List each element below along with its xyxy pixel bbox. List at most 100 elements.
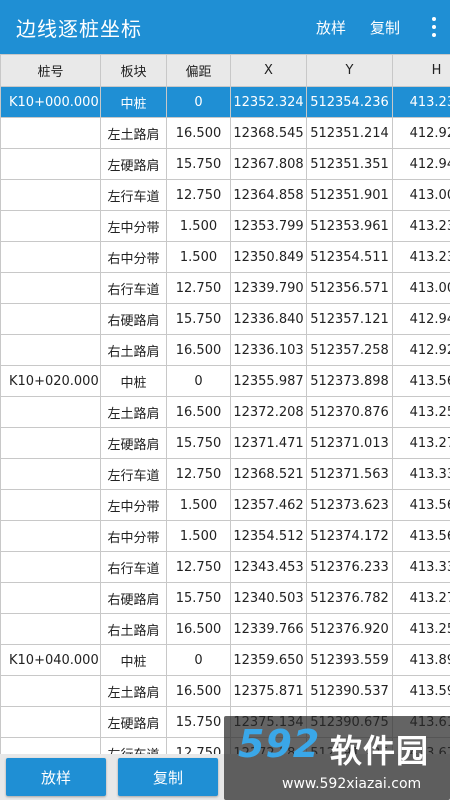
cell-y: 512374.172: [306, 520, 393, 552]
cell-h: 413.005: [392, 272, 450, 304]
cell-section: 左土路肩: [100, 396, 167, 428]
watermark-logo-number: 592: [238, 722, 321, 766]
cell-offset: 16.500: [166, 613, 231, 645]
table-row[interactable]: 左中分带1.50012357.462512373.623413.564: [0, 489, 450, 521]
cell-stake: [0, 551, 101, 583]
table-row[interactable]: 右硬路肩15.75012336.840512357.121412.945: [0, 303, 450, 335]
cell-offset: 1.500: [166, 489, 231, 521]
cell-h: 413.279: [392, 427, 450, 459]
table-row[interactable]: K10+020.000中桩012355.987512373.898413.564: [0, 365, 450, 397]
cell-offset: 15.750: [166, 148, 231, 180]
cell-y: 512376.233: [306, 551, 393, 583]
cell-x: 12368.545: [230, 117, 307, 149]
cell-stake: [0, 272, 101, 304]
cell-x: 12336.840: [230, 303, 307, 335]
cell-section: 左行车道: [100, 179, 167, 211]
table-row[interactable]: 左硬路肩15.75012371.471512371.013413.279: [0, 427, 450, 459]
cell-offset: 12.750: [166, 551, 231, 583]
cell-stake: [0, 520, 101, 552]
cell-x: 12367.808: [230, 148, 307, 180]
cell-y: 512356.571: [306, 272, 393, 304]
cell-stake: [0, 179, 101, 211]
cell-stake: [0, 582, 101, 614]
table-row[interactable]: K10+000.000中桩012352.324512354.236413.230: [0, 86, 450, 118]
header-x: X: [230, 54, 307, 87]
table-row[interactable]: 右硬路肩15.75012340.503512376.782413.279: [0, 582, 450, 614]
cell-stake: [0, 334, 101, 366]
table-row[interactable]: 左硬路肩15.75012367.808512351.351412.945: [0, 148, 450, 180]
cell-h: 412.923: [392, 117, 450, 149]
table-row[interactable]: 右中分带1.50012354.512512374.172413.564: [0, 520, 450, 552]
cell-y: 512370.876: [306, 396, 393, 428]
cell-section: 右中分带: [100, 520, 167, 552]
table-row[interactable]: 右行车道12.75012343.453512376.233413.339: [0, 551, 450, 583]
table-row[interactable]: 左中分带1.50012353.799512353.961413.230: [0, 210, 450, 242]
stakeout-button[interactable]: 放样: [6, 758, 106, 796]
cell-x: 12354.512: [230, 520, 307, 552]
table-row[interactable]: 右土路肩16.50012336.103512357.258412.923: [0, 334, 450, 366]
header-y: Y: [306, 54, 393, 87]
cell-x: 12336.103: [230, 334, 307, 366]
cell-h: 413.564: [392, 365, 450, 397]
cell-stake: [0, 489, 101, 521]
cell-x: 12364.858: [230, 179, 307, 211]
cell-stake: [0, 210, 101, 242]
table-row[interactable]: 右行车道12.75012339.790512356.571413.005: [0, 272, 450, 304]
cell-stake: [0, 117, 101, 149]
cell-y: 512354.236: [306, 86, 393, 118]
cell-offset: 15.750: [166, 427, 231, 459]
header-stake: 桩号: [0, 54, 101, 87]
cell-y: 512376.920: [306, 613, 393, 645]
cell-x: 12352.324: [230, 86, 307, 118]
table-row[interactable]: 左行车道12.75012368.521512371.563413.339: [0, 458, 450, 490]
cell-y: 512351.351: [306, 148, 393, 180]
table-row[interactable]: K10+040.000中桩012359.650512393.559413.898: [0, 644, 450, 676]
cell-x: 12353.799: [230, 210, 307, 242]
cell-y: 512357.258: [306, 334, 393, 366]
stakeout-action-button[interactable]: 放样: [316, 17, 346, 38]
cell-offset: 12.750: [166, 458, 231, 490]
cell-x: 12372.208: [230, 396, 307, 428]
cell-stake: K10+020.000: [0, 365, 101, 397]
coordinates-table-container[interactable]: 桩号 板块 偏距 X Y H K10+000.000 中桩 0 12352.324 51…: [0, 54, 450, 754]
header-offset: 偏距: [166, 54, 231, 87]
header-section: 板块: [100, 54, 167, 87]
cell-y: 512357.121: [306, 303, 393, 335]
cell-x: 12340.503: [230, 582, 307, 614]
cell-offset: 12.750: [166, 272, 231, 304]
table-row[interactable]: 右土路肩16.50012339.766512376.920413.257: [0, 613, 450, 645]
cell-section: 右土路肩: [100, 613, 167, 645]
cell-x: 12359.650: [230, 644, 307, 676]
table-row[interactable]: 右中分带1.50012350.849512354.511413.230: [0, 241, 450, 273]
cell-offset: 0: [166, 365, 231, 397]
cell-h: 413.230: [392, 86, 450, 118]
cell-stake: [0, 427, 101, 459]
cell-offset: 16.500: [166, 396, 231, 428]
cell-h: 413.564: [392, 520, 450, 552]
cell-h: 413.230: [392, 241, 450, 273]
cell-y: 512393.559: [306, 644, 393, 676]
page-title: 边线逐桩坐标: [16, 16, 142, 41]
cell-offset: 12.750: [166, 737, 231, 754]
cell-x: 12339.790: [230, 272, 307, 304]
cell-offset: 16.500: [166, 334, 231, 366]
cell-x: 12371.471: [230, 427, 307, 459]
cell-offset: 15.750: [166, 582, 231, 614]
table-row[interactable]: 左土路肩16.50012372.208512370.876413.257: [0, 396, 450, 428]
cell-section: 右中分带: [100, 241, 167, 273]
table-row[interactable]: 左土路肩16.50012375.871512390.537413.591: [0, 675, 450, 707]
copy-action-button[interactable]: 复制: [370, 17, 400, 38]
app-bar: 边线逐桩坐标 放样 复制: [0, 0, 450, 54]
table-row[interactable]: 左土路肩16.50012368.545512351.214412.923: [0, 117, 450, 149]
cell-h: 413.339: [392, 551, 450, 583]
cell-section: 左行车道: [100, 458, 167, 490]
cell-y: 512351.901: [306, 179, 393, 211]
cell-stake: [0, 458, 101, 490]
copy-button[interactable]: 复制: [118, 758, 218, 796]
watermark-logo: 592 软件园 www.592xiazai.com: [224, 716, 450, 800]
more-vert-icon[interactable]: [424, 0, 444, 54]
header-h: H: [392, 54, 450, 87]
table-row[interactable]: 左行车道12.75012364.858512351.901413.005: [0, 179, 450, 211]
cell-section: 左硬路肩: [100, 148, 167, 180]
cell-offset: 1.500: [166, 241, 231, 273]
